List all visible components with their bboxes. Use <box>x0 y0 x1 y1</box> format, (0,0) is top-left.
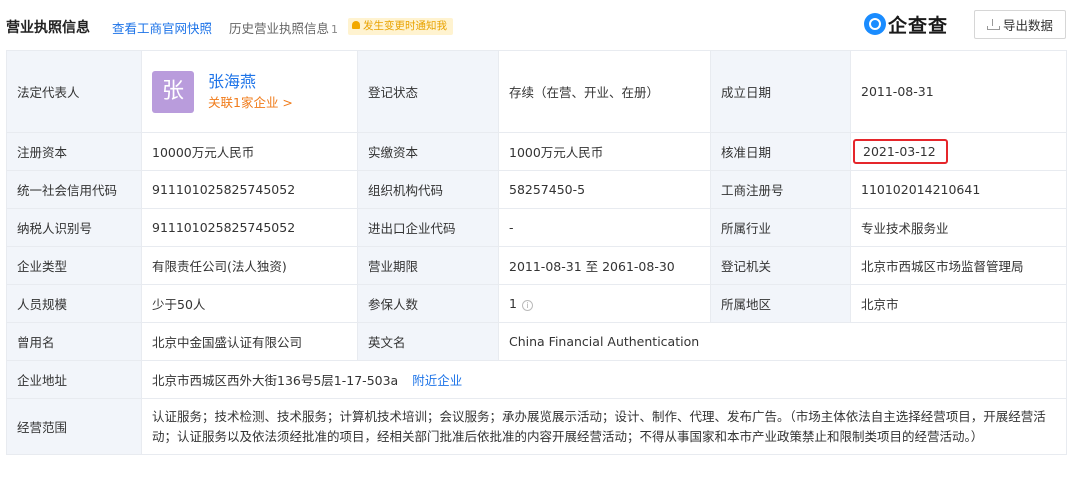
legal-rep-name-link[interactable]: 张海燕 <box>208 71 293 93</box>
history-label: 历史营业执照信息 <box>229 21 330 36</box>
table-row: 统一社会信用代码 911101025825745052 组织机构代码 58257… <box>6 170 1067 209</box>
address-label: 企业地址 <box>6 360 142 399</box>
region-value: 北京市 <box>850 284 1067 323</box>
business-term-label: 营业期限 <box>357 246 499 285</box>
section-title: 营业执照信息 <box>6 20 90 36</box>
industry-label: 所属行业 <box>710 208 851 247</box>
download-icon <box>986 19 1000 30</box>
logo-icon <box>864 13 886 35</box>
notify-label: 发生变更时通知我 <box>363 20 447 32</box>
taxpayer-id-label: 纳税人识别号 <box>6 208 142 247</box>
insured-count-label: 参保人数 <box>357 284 499 323</box>
taxpayer-id-value: 911101025825745052 <box>141 208 358 247</box>
insured-count-value: 1 <box>509 296 517 311</box>
notify-change-button[interactable]: 发生变更时通知我 <box>348 18 453 35</box>
table-row: 企业类型 有限责任公司(法人独资) 营业期限 2011-08-31 至 2061… <box>6 246 1067 285</box>
info-icon[interactable]: i <box>521 300 533 311</box>
history-license-link[interactable]: 历史营业执照信息 1 <box>229 18 338 37</box>
bell-icon <box>352 21 360 29</box>
region-label: 所属地区 <box>710 284 851 323</box>
scope-value: 认证服务；技术检测、技术服务；计算机技术培训；会议服务；承办展览展示活动；设计、… <box>141 398 1067 455</box>
english-name-value: China Financial Authentication <box>498 322 1067 361</box>
reg-capital-value: 10000万元人民币 <box>141 132 358 171</box>
table-row: 注册资本 10000万元人民币 实缴资本 1000万元人民币 核准日期 2021… <box>6 132 1067 171</box>
qichacha-logo: 企查查 <box>864 11 948 37</box>
business-term-value: 2011-08-31 至 2061-08-30 <box>498 246 711 285</box>
est-date-value: 2011-08-31 <box>850 50 1067 133</box>
address-cell: 北京市西城区西外大街136号5层1-17-503a 附近企业 <box>141 360 1067 399</box>
export-label: 导出数据 <box>1002 18 1053 33</box>
import-export-value: - <box>498 208 711 247</box>
legal-rep-label: 法定代表人 <box>6 50 142 133</box>
table-row: 企业地址 北京市西城区西外大街136号5层1-17-503a 附近企业 <box>6 360 1067 399</box>
credit-code-value: 911101025825745052 <box>141 170 358 209</box>
export-data-button[interactable]: 导出数据 <box>974 10 1066 39</box>
scope-label: 经营范围 <box>6 398 142 455</box>
table-row: 纳税人识别号 911101025825745052 进出口企业代码 - 所属行业… <box>6 208 1067 247</box>
table-row: 经营范围 认证服务；技术检测、技术服务；计算机技术培训；会议服务；承办展览展示活… <box>6 398 1067 455</box>
reg-status-value: 存续（在营、开业、在册） <box>498 50 711 133</box>
view-snapshot-link[interactable]: 查看工商官网快照 <box>112 18 212 37</box>
nearby-companies-link[interactable]: 附近企业 <box>412 373 462 388</box>
reg-number-value: 110102014210641 <box>850 170 1067 209</box>
industry-value: 专业技术服务业 <box>850 208 1067 247</box>
insured-count-cell: 1i <box>498 284 711 323</box>
org-code-label: 组织机构代码 <box>357 170 499 209</box>
approval-date-value: 2021-03-12 <box>853 139 948 164</box>
est-date-label: 成立日期 <box>710 50 851 133</box>
avatar[interactable]: 张 <box>152 70 194 113</box>
company-type-value: 有限责任公司(法人独资) <box>141 246 358 285</box>
reg-status-label: 登记状态 <box>357 50 499 133</box>
import-export-label: 进出口企业代码 <box>357 208 499 247</box>
business-license-table: 法定代表人 张 张海燕 关联1家企业 > 登记状态 存续（在营、开业、在册） 成… <box>6 50 1067 455</box>
former-name-label: 曾用名 <box>6 322 142 361</box>
staff-size-label: 人员规模 <box>6 284 142 323</box>
approval-date-cell: 2021-03-12 <box>850 132 1067 171</box>
address-value: 北京市西城区西外大街136号5层1-17-503a <box>152 373 399 388</box>
approval-date-label: 核准日期 <box>710 132 851 171</box>
reg-capital-label: 注册资本 <box>6 132 142 171</box>
reg-number-label: 工商注册号 <box>710 170 851 209</box>
english-name-label: 英文名 <box>357 322 499 361</box>
history-count: 1 <box>331 23 339 36</box>
reg-authority-label: 登记机关 <box>710 246 851 285</box>
paid-capital-label: 实缴资本 <box>357 132 499 171</box>
reg-authority-value: 北京市西城区市场监督管理局 <box>850 246 1067 285</box>
org-code-value: 58257450-5 <box>498 170 711 209</box>
section-header: 营业执照信息 查看工商官网快照 历史营业执照信息 1 发生变更时通知我 企查查 导… <box>0 0 1080 50</box>
legal-rep-cell: 张 张海燕 关联1家企业 > <box>141 50 358 133</box>
logo-text: 企查查 <box>888 14 949 37</box>
credit-code-label: 统一社会信用代码 <box>6 170 142 209</box>
paid-capital-value: 1000万元人民币 <box>498 132 711 171</box>
related-companies-link[interactable]: 关联1家企业 > <box>208 93 293 113</box>
staff-size-value: 少于50人 <box>141 284 358 323</box>
company-type-label: 企业类型 <box>6 246 142 285</box>
table-row: 法定代表人 张 张海燕 关联1家企业 > 登记状态 存续（在营、开业、在册） 成… <box>6 50 1067 133</box>
table-row: 人员规模 少于50人 参保人数 1i 所属地区 北京市 <box>6 284 1067 323</box>
former-name-value: 北京中金国盛认证有限公司 <box>141 322 358 361</box>
table-row: 曾用名 北京中金国盛认证有限公司 英文名 China Financial Aut… <box>6 322 1067 361</box>
